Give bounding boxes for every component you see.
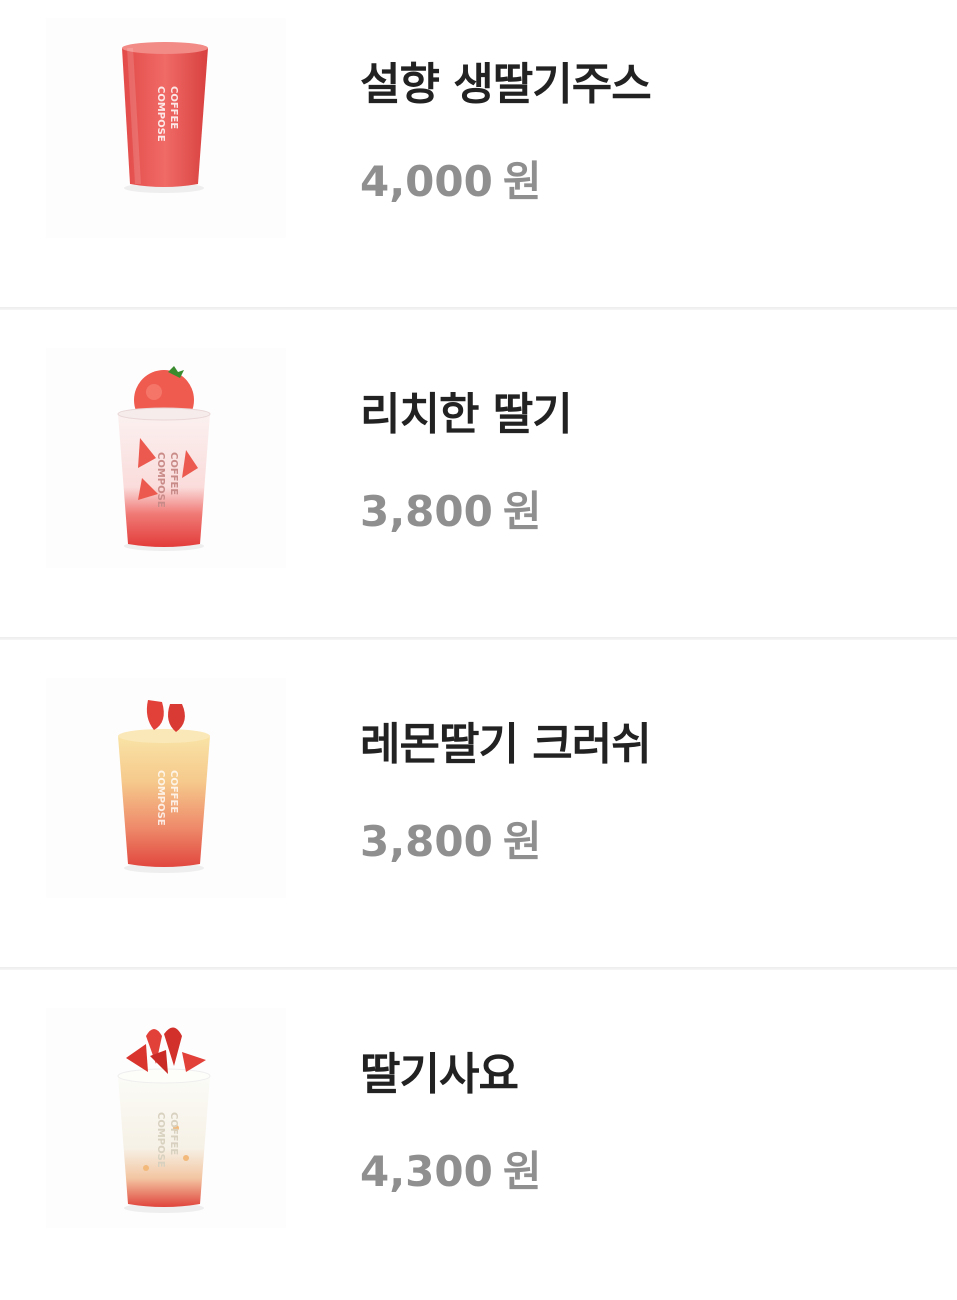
menu-list: COMPOSE COFFEE 설향 생딸기주스 4,000 원 COMPOSE … [0,0,957,1296]
menu-item-name: 리치한 딸기 [360,389,573,440]
menu-item-price: 4,300 원 [360,1138,542,1199]
menu-item-name: 딸기사요 [360,1049,519,1100]
price-currency: 원 [502,487,542,536]
cup-brand-text: COMPOSE [155,1112,166,1168]
menu-item-card[interactable]: COMPOSE COFFEE 딸기사요 4,300 원 [0,990,957,1300]
menu-item-name: 레몬딸기 크러쉬 [360,719,652,770]
strawberry-sayo-cup-image: COMPOSE COFFEE [46,1008,286,1228]
menu-item-card[interactable]: COMPOSE COFFEE 리치한 딸기 3,800 원 [0,330,957,640]
divider [0,637,957,640]
cup-brand-text: COFFEE [168,452,179,495]
strawberry-juice-cup-image: COMPOSE COFFEE [46,18,286,238]
price-value: 4,000 [360,157,493,206]
menu-item-price: 3,800 원 [360,808,542,869]
cup-brand-text: COFFEE [168,1112,179,1155]
divider [0,967,957,970]
price-currency: 원 [502,157,542,206]
cup-brand-text: COFFEE [168,86,179,129]
cup-brand-text: COMPOSE [155,770,166,826]
lemon-strawberry-crush-cup-image: COMPOSE COFFEE [46,678,286,898]
price-value: 3,800 [360,817,493,866]
cup-brand-text: COFFEE [168,770,179,813]
price-currency: 원 [502,1147,542,1196]
menu-item-card[interactable]: COMPOSE COFFEE 레몬딸기 크러쉬 3,800 원 [0,660,957,970]
price-currency: 원 [502,817,542,866]
menu-item-price: 3,800 원 [360,478,542,539]
price-value: 3,800 [360,487,493,536]
menu-item-price: 4,000 원 [360,148,542,209]
cup-brand-text: COMPOSE [155,452,166,508]
menu-item-card[interactable]: COMPOSE COFFEE 설향 생딸기주스 4,000 원 [0,0,957,310]
price-value: 4,300 [360,1147,493,1196]
cup-brand-text: COMPOSE [155,86,166,142]
divider [0,307,957,310]
menu-item-name: 설향 생딸기주스 [360,59,652,110]
rich-strawberry-cup-image: COMPOSE COFFEE [46,348,286,568]
